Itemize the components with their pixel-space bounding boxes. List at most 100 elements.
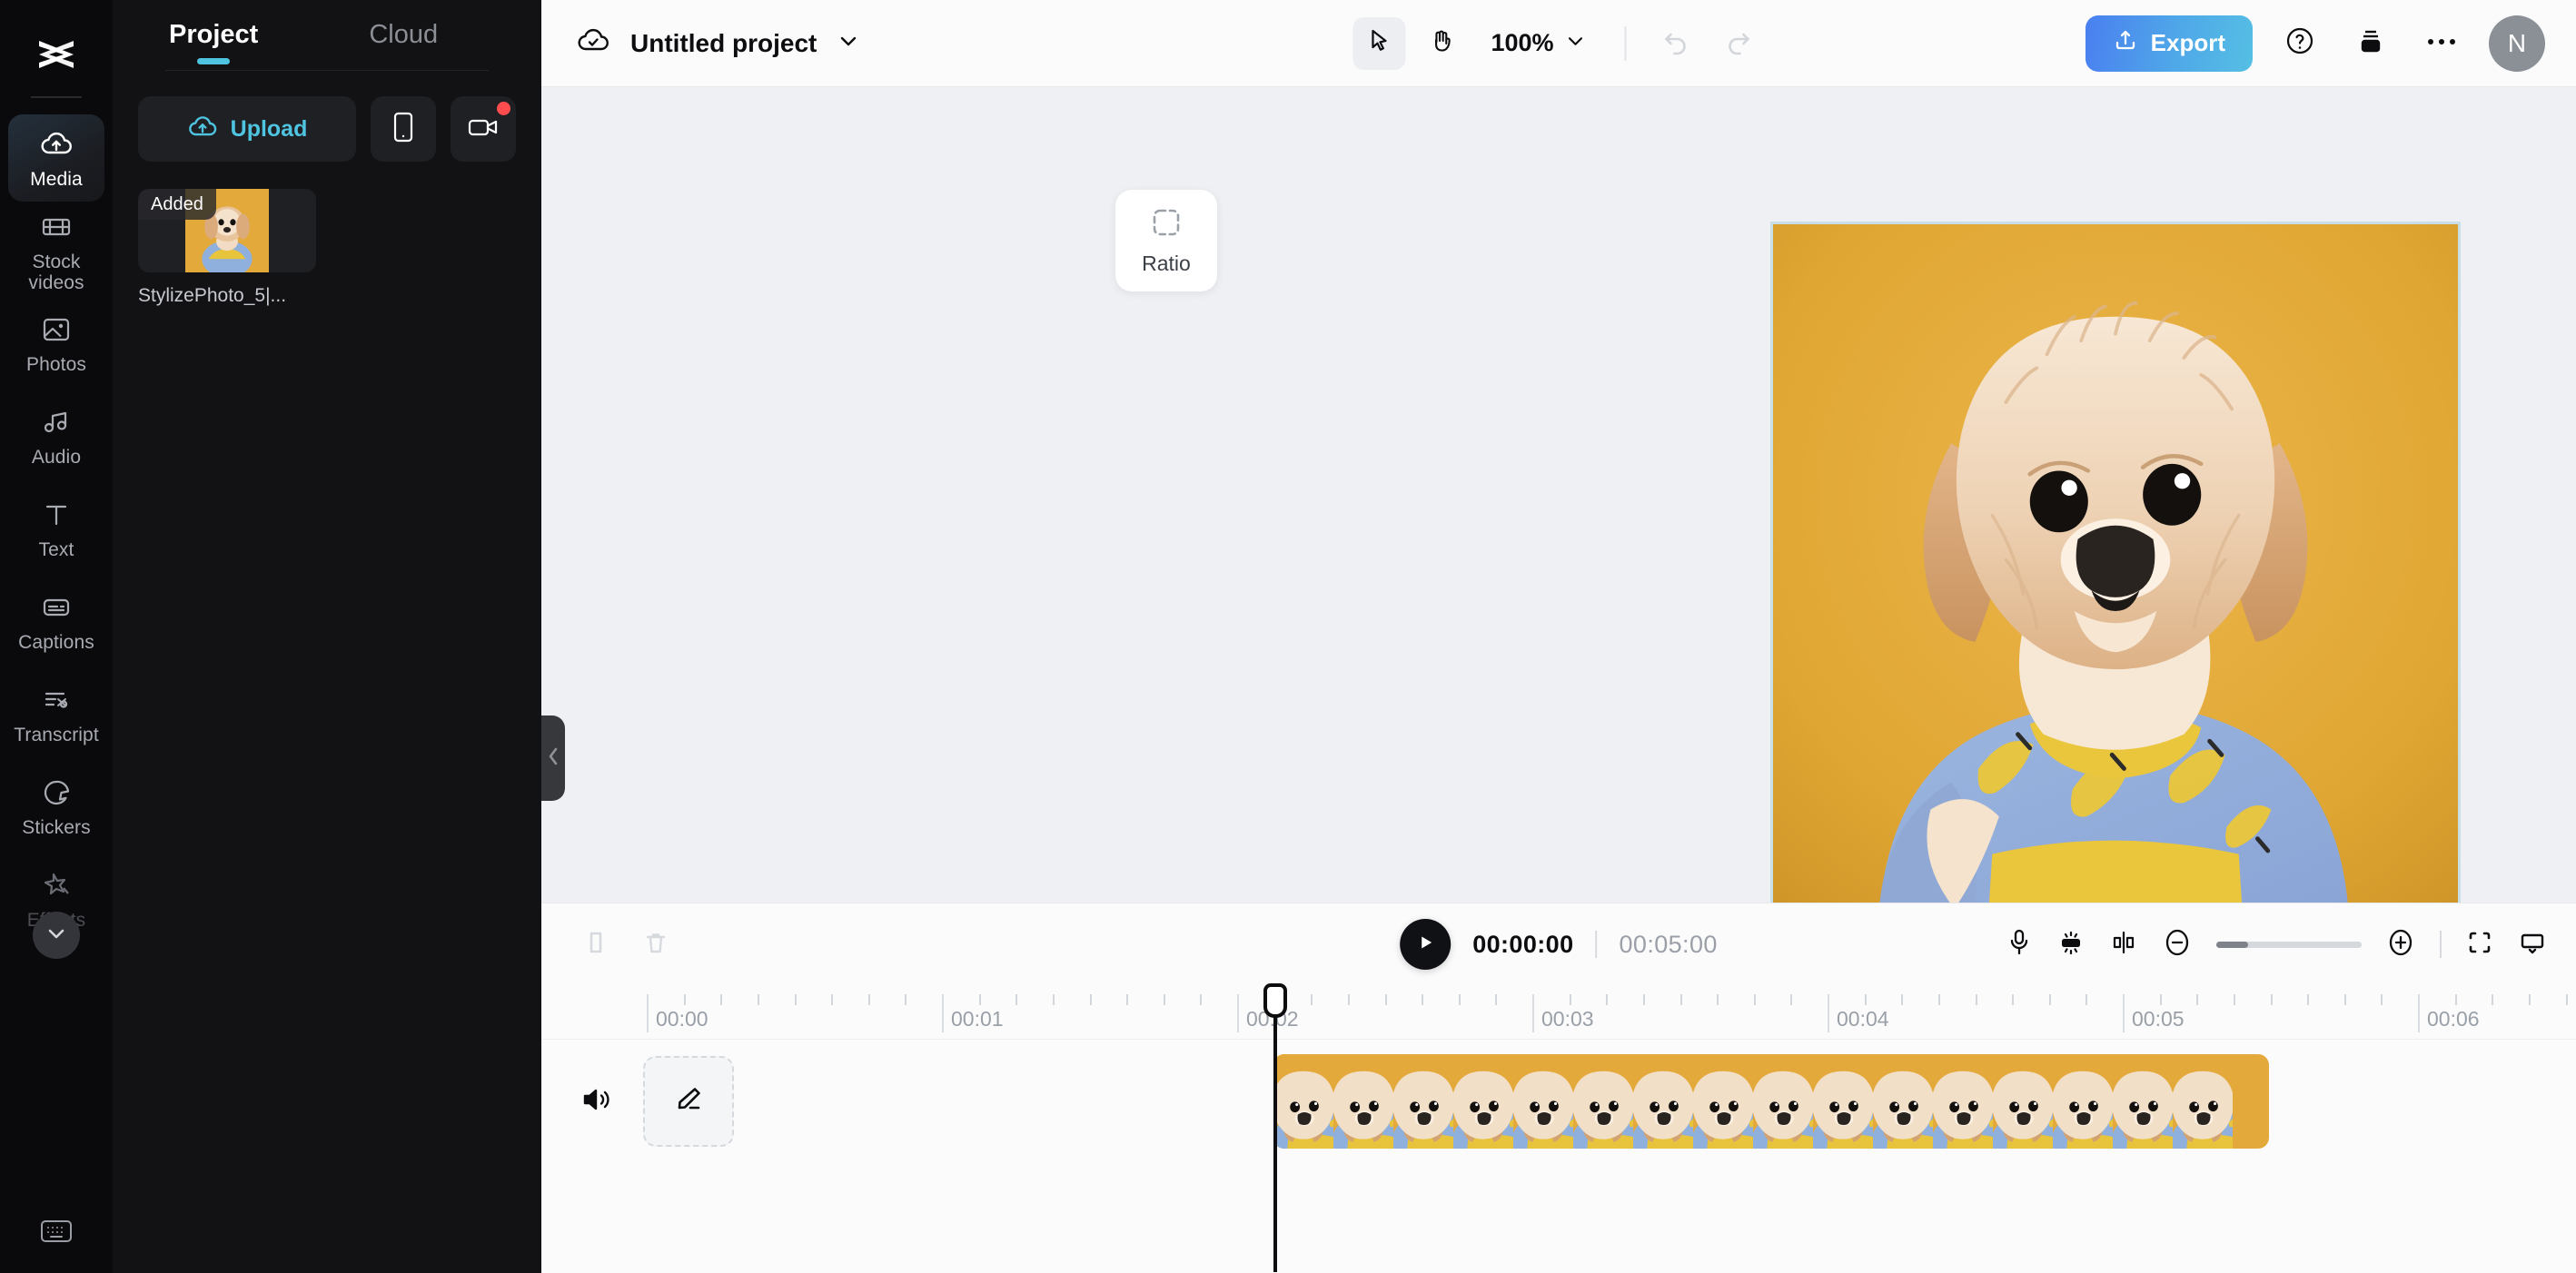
time-divider — [1595, 931, 1598, 958]
question-circle-icon — [2284, 25, 2315, 61]
cloud-check-icon[interactable] — [576, 24, 610, 63]
keyboard-icon — [39, 1220, 74, 1248]
media-panel: Project Cloud Upload Added StylizePhoto_… — [113, 0, 541, 1273]
speaker-icon[interactable] — [581, 1086, 612, 1118]
chevron-down-icon — [45, 922, 68, 950]
plus-circle-icon[interactable] — [2385, 927, 2416, 962]
redo-button[interactable] — [1712, 17, 1765, 70]
zoom-slider-track[interactable] — [2216, 941, 2362, 948]
zoom-slider[interactable] — [2216, 941, 2362, 948]
avatar[interactable]: N — [2489, 15, 2545, 72]
split-clip-icon[interactable] — [581, 928, 610, 962]
ruler-minor-tick — [905, 994, 907, 1005]
sidebar-item-audio[interactable]: Audio — [8, 392, 104, 479]
upload-button[interactable]: Upload — [138, 96, 356, 162]
ruler-minor-tick — [1975, 994, 1977, 1005]
clip-thumbnail-frame — [2053, 1054, 2113, 1149]
ruler-minor-tick — [2012, 994, 2015, 1005]
fit-screen-icon[interactable] — [2465, 928, 2494, 962]
ruler-minor-tick — [1717, 994, 1719, 1005]
track-controls — [581, 1056, 734, 1147]
panel-action-row: Upload — [113, 71, 541, 162]
play-button[interactable] — [1400, 919, 1451, 970]
magic-adjust-icon[interactable] — [2056, 928, 2086, 962]
share-up-icon — [2113, 27, 2138, 59]
panel-tab-bar: Project Cloud — [113, 0, 541, 70]
playhead-handle[interactable] — [1263, 983, 1287, 1018]
timeline-tracks — [541, 983, 2576, 1273]
trash-icon[interactable] — [641, 928, 670, 962]
select-tool-button[interactable] — [1352, 16, 1406, 70]
help-button[interactable] — [2276, 20, 2323, 67]
clip-thumbnail-frame — [1633, 1054, 1693, 1149]
ruler-minor-tick — [1089, 994, 1092, 1005]
playhead[interactable] — [1263, 983, 1287, 1272]
sidebar-item-stickers[interactable]: Stickers — [8, 763, 104, 850]
text-t-icon — [37, 496, 75, 534]
film-icon — [37, 208, 75, 246]
ruler-ticks: 00:00 00:01 00:02 00:03 00:04 00:05 00:06 — [647, 985, 2576, 1040]
edit-track-button[interactable] — [643, 1056, 734, 1147]
export-label: Export — [2150, 29, 2225, 56]
rail-expand-button[interactable] — [33, 912, 80, 959]
ruler-minor-tick — [2343, 994, 2346, 1005]
video-clip[interactable] — [1273, 1054, 2269, 1149]
captions-icon — [37, 588, 75, 627]
undo-button[interactable] — [1650, 17, 1703, 70]
ruler-minor-tick — [1790, 994, 1793, 1005]
ruler-minor-tick — [2307, 994, 2310, 1005]
ruler-minor-tick — [1422, 994, 1424, 1005]
sidebar-item-media[interactable]: Media — [8, 114, 104, 202]
ruler-label: 00:00 — [656, 1007, 708, 1031]
panel-collapse-handle[interactable] — [541, 715, 565, 801]
clip-thumbnail-frame — [1993, 1054, 2053, 1149]
minus-circle-icon[interactable] — [2162, 927, 2193, 962]
sidebar-item-captions[interactable]: Captions — [8, 577, 104, 665]
transcript-icon — [37, 681, 75, 719]
export-button[interactable]: Export — [2085, 15, 2253, 72]
tab-cloud[interactable]: Cloud — [369, 20, 438, 70]
toolbar-separator — [1624, 25, 1627, 61]
undo-icon — [1662, 26, 1691, 60]
image-icon — [37, 311, 75, 349]
chevron-down-icon[interactable] — [837, 29, 860, 57]
capcut-logo-icon[interactable] — [28, 27, 84, 84]
import-from-phone-button[interactable] — [371, 96, 436, 162]
ruler-minor-tick — [1642, 994, 1645, 1005]
sidebar-item-text[interactable]: Text — [8, 485, 104, 572]
sidebar-item-photos[interactable]: Photos — [8, 300, 104, 387]
ruler-minor-tick — [1163, 994, 1165, 1005]
media-item[interactable]: Added StylizePhoto_5|... — [138, 189, 316, 307]
tab-project[interactable]: Project — [169, 20, 258, 70]
ratio-label: Ratio — [1142, 252, 1191, 275]
current-time: 00:00:00 — [1472, 930, 1574, 958]
sidebar-item-transcript[interactable]: Transcript — [8, 670, 104, 757]
hand-tool-button[interactable] — [1414, 17, 1467, 70]
video-preview[interactable] — [1770, 222, 2461, 912]
ruler-minor-tick — [1606, 994, 1609, 1005]
zoom-level-selector[interactable]: 100% — [1476, 29, 1600, 57]
panel-toggle-icon[interactable] — [2518, 928, 2547, 962]
top-toolbar: Untitled project 100% Export N — [541, 0, 2576, 87]
keyboard-shortcuts-button[interactable] — [39, 1218, 74, 1249]
clip-thumbnail-frame — [1273, 1054, 1333, 1149]
clip-thumbnail-frame — [1693, 1054, 1753, 1149]
ruler-minor-tick — [1311, 994, 1313, 1005]
ruler-minor-tick — [720, 994, 723, 1005]
stack-icon — [2356, 26, 2385, 60]
media-thumbnail[interactable]: Added — [138, 189, 316, 272]
ratio-button[interactable]: Ratio — [1115, 190, 1217, 291]
sparkle-star-icon — [37, 866, 75, 904]
transition-icon[interactable] — [2109, 928, 2138, 962]
page-title[interactable]: Untitled project — [630, 29, 817, 58]
ruler-minor-tick — [2196, 994, 2199, 1005]
record-button[interactable] — [451, 96, 516, 162]
timeline-ruler[interactable]: 00:00 00:01 00:02 00:03 00:04 00:05 00:06 — [541, 985, 2576, 1040]
clip-thumbnail-frame — [1513, 1054, 1573, 1149]
microphone-icon[interactable] — [2006, 927, 2033, 962]
sidebar-item-stock-videos[interactable]: Stock videos — [8, 207, 104, 294]
more-options-button[interactable] — [2418, 20, 2465, 67]
layers-button[interactable] — [2347, 20, 2394, 67]
sidebar-item-effects[interactable]: Effects — [8, 855, 104, 959]
playback-controls: 00:00:00 00:05:00 — [1400, 919, 1718, 970]
